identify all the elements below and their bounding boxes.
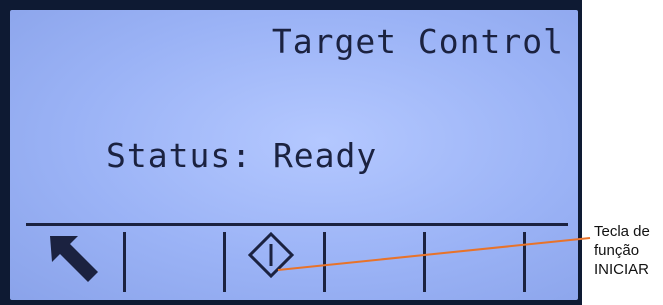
- exit-arrow-icon: [50, 236, 98, 282]
- start-diamond-icon: [248, 232, 294, 278]
- status-readout: Status: Ready: [106, 136, 378, 175]
- softkey-5[interactable]: [426, 226, 521, 296]
- screen-title: Target Control: [271, 22, 564, 61]
- softkey-2[interactable]: [126, 226, 221, 296]
- softkey-start[interactable]: [226, 226, 321, 296]
- callout-line-1: Tecla de: [594, 223, 650, 240]
- softkey-exit[interactable]: [32, 226, 120, 296]
- callout-label: Tecla de função INICIAR: [594, 222, 650, 279]
- lcd-screen: Target Control Status: Ready: [10, 10, 578, 300]
- callout-line-2: função: [594, 242, 640, 259]
- softkey-6[interactable]: [526, 226, 571, 296]
- callout-line-3: INICIAR: [594, 261, 650, 278]
- softkey-4[interactable]: [326, 226, 421, 296]
